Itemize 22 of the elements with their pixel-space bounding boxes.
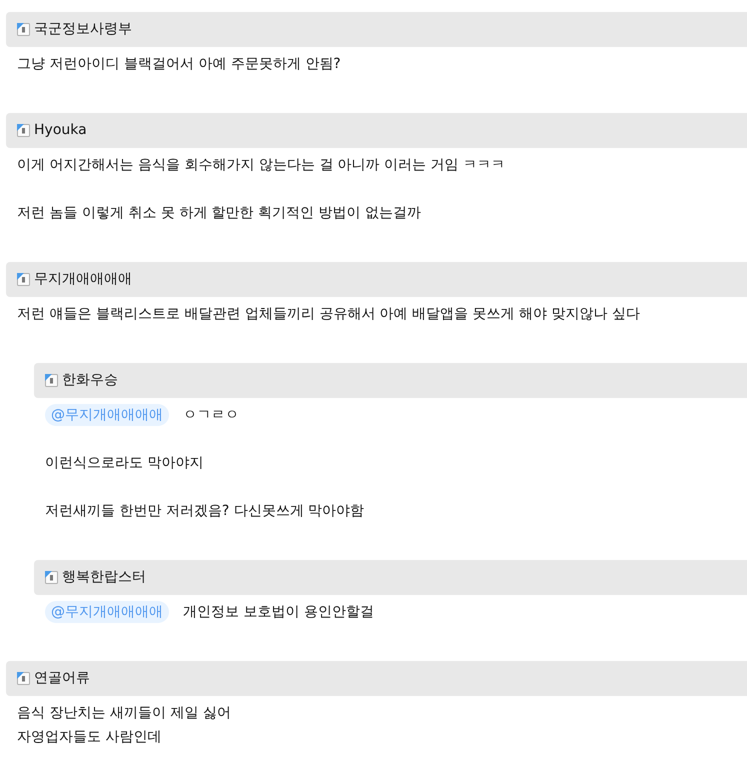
author-name[interactable]: 무지개애애애애 — [34, 269, 132, 290]
comment-text: 저런 얘들은 블랙리스트로 배달관련 업체들끼리 공유해서 아예 배달앱을 못쓰게 해야 맞지않나 싶다 — [17, 304, 640, 324]
comment-text: 이런식으로라도 막아야지 — [45, 454, 204, 472]
author-name[interactable]: 행복한랍스터 — [62, 567, 146, 588]
level-icon — [17, 273, 30, 286]
level-icon — [45, 571, 58, 584]
author-name[interactable]: Hyouka — [34, 120, 87, 141]
level-icon — [45, 374, 58, 387]
comment-text: 개인정보 보호법이 용인안할걸 — [183, 602, 374, 622]
comment-text: 자영업자들도 사람인데 — [17, 728, 162, 746]
comment-text: 저런새끼들 한번만 저러겠음? 다신못쓰게 막아야함 — [45, 502, 364, 520]
level-icon — [17, 23, 30, 36]
comment-text: 음식 장난치는 새끼들이 제일 싫어 — [17, 704, 231, 722]
comment-text: 그냥 저런아이디 블랙걸어서 아예 주문못하게 안됨? — [17, 54, 341, 74]
author-name[interactable]: 연골어류 — [34, 668, 90, 689]
comment-text: 저런 놈들 이렇게 취소 못 하게 할만한 획기적인 방법이 없는걸까 — [17, 204, 422, 222]
level-icon — [17, 672, 30, 685]
author-name[interactable]: 한화우승 — [62, 370, 118, 391]
comment-text: 이게 어지간해서는 음식을 회수해가지 않는다는 걸 아니까 이러는 거임 ㅋㅋㅋ — [17, 156, 506, 174]
author-name[interactable]: 국군정보사령부 — [34, 19, 132, 40]
level-icon — [17, 124, 30, 137]
comment-text: ㅇㄱㄹㅇ — [183, 406, 239, 424]
